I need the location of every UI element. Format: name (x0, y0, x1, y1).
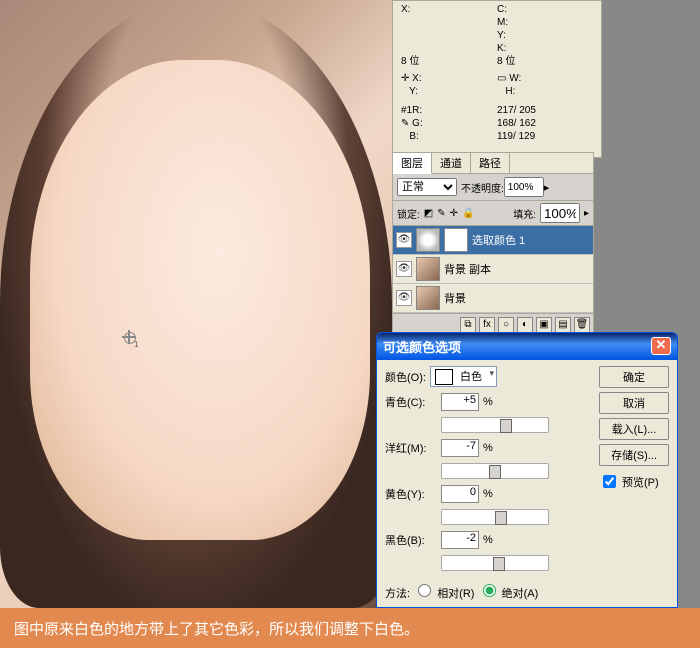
fill-input[interactable] (540, 203, 580, 223)
layer-row[interactable]: 👁 选取颜色 1 (393, 226, 593, 255)
slider-track[interactable] (441, 555, 549, 571)
method-label: 方法: (385, 588, 410, 600)
layer-row[interactable]: 👁 背景 (393, 284, 593, 313)
slider-label: 青色(C): (385, 394, 437, 410)
slider-label: 黑色(B): (385, 532, 437, 548)
slider-handle[interactable] (500, 419, 512, 433)
slider-track[interactable] (441, 417, 549, 433)
percent-label: % (483, 396, 493, 408)
layer-name: 背景 副本 (444, 261, 590, 277)
info-panel: X: C: M: Y: K: 8 位 8 位 ✛ X: ▭ W: Y: H: (392, 0, 602, 158)
close-icon[interactable]: ✕ (651, 337, 671, 355)
layer-thumb (416, 257, 440, 281)
slider-handle[interactable] (489, 465, 501, 479)
layer-name: 背景 (444, 290, 590, 306)
blend-mode-select[interactable]: 正常 (397, 178, 457, 196)
trash-icon[interactable]: 🗑 (574, 317, 590, 333)
selective-color-dialog: 可选颜色选项 ✕ 颜色(O): 白色 青色(C):+5% 洋红(M):-7% 黄色(… (376, 332, 678, 608)
dialog-title: 可选颜色选项 (383, 337, 461, 356)
load-button[interactable]: 载入(L)... (599, 418, 669, 440)
opacity-label: 不透明度: (461, 180, 504, 195)
tab-paths[interactable]: 路径 (471, 153, 510, 173)
lock-position-icon[interactable]: ✛ (450, 208, 458, 219)
slider-track[interactable] (441, 509, 549, 525)
radio-relative[interactable]: 相对(R) (413, 588, 474, 600)
visibility-icon[interactable]: 👁 (396, 261, 412, 277)
slider-label: 黄色(Y): (385, 486, 437, 502)
color-select[interactable]: 白色 (430, 366, 497, 387)
slider-value[interactable]: +5 (441, 393, 479, 411)
percent-label: % (483, 442, 493, 454)
slider-handle[interactable] (495, 511, 507, 525)
image-canvas[interactable]: 1 (0, 0, 392, 608)
slider-value[interactable]: -2 (441, 531, 479, 549)
group-icon[interactable]: ▣ (536, 317, 552, 333)
lock-label: 锁定: (397, 206, 420, 221)
layer-thumb (416, 228, 440, 252)
opacity-input[interactable] (504, 177, 544, 197)
arrow-icon[interactable]: ▸ (584, 208, 589, 219)
lock-all-icon[interactable]: 🔒 (462, 208, 474, 219)
slider-label: 洋红(M): (385, 440, 437, 456)
lock-pixels-icon[interactable]: ✎ (437, 208, 445, 219)
color-label: 颜色(O): (385, 369, 426, 385)
arrow-icon[interactable]: ▸ (544, 181, 550, 194)
cancel-button[interactable]: 取消 (599, 392, 669, 414)
percent-label: % (483, 534, 493, 546)
caption-text: 图中原来白色的地方带上了其它色彩，所以我们调整下白色。 (0, 608, 700, 648)
fill-label: 填充: (513, 206, 536, 221)
mask-icon[interactable]: ○ (498, 317, 514, 333)
new-layer-icon[interactable]: ▤ (555, 317, 571, 333)
layers-panel: 图层 通道 路径 正常 不透明度: ▸ 锁定: ◩ ✎ ✛ 🔒 填充: ▸ 👁 选… (392, 152, 594, 334)
photo-face (30, 60, 370, 540)
fx-icon[interactable]: fx (479, 317, 495, 333)
layer-row[interactable]: 👁 背景 副本 (393, 255, 593, 284)
visibility-icon[interactable]: 👁 (396, 290, 412, 306)
layer-name: 选取颜色 1 (472, 232, 590, 248)
ok-button[interactable]: 确定 (599, 366, 669, 388)
radio-absolute[interactable]: 绝对(A) (478, 588, 539, 600)
tab-channels[interactable]: 通道 (432, 153, 471, 173)
swatch-icon (435, 369, 453, 385)
layer-thumb (416, 286, 440, 310)
visibility-icon[interactable]: 👁 (396, 232, 412, 248)
link-icon[interactable]: ⧉ (460, 317, 476, 333)
save-button[interactable]: 存储(S)... (599, 444, 669, 466)
mask-thumb (444, 228, 468, 252)
slider-value[interactable]: 0 (441, 485, 479, 503)
preview-checkbox[interactable]: 预览(P) (599, 472, 669, 491)
percent-label: % (483, 488, 493, 500)
tab-layers[interactable]: 图层 (393, 153, 432, 174)
adjustment-icon[interactable]: ◐ (517, 317, 533, 333)
slider-handle[interactable] (493, 557, 505, 571)
slider-value[interactable]: -7 (441, 439, 479, 457)
lock-transparent-icon[interactable]: ◩ (424, 208, 433, 219)
slider-track[interactable] (441, 463, 549, 479)
